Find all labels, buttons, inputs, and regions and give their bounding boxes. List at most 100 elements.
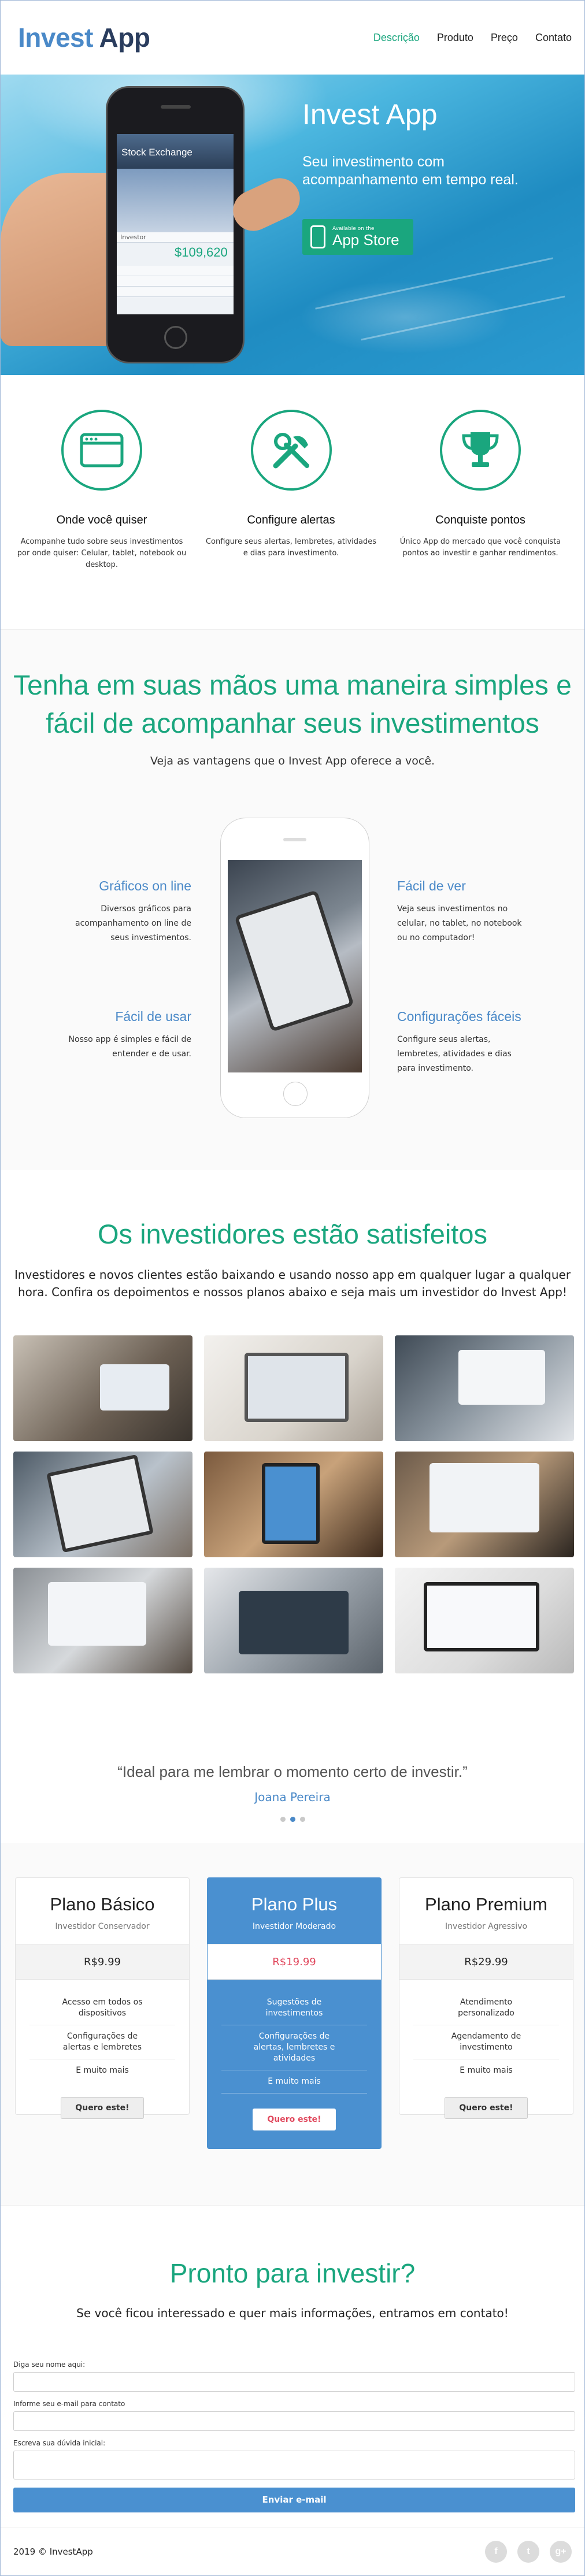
plan-feature: E muito mais xyxy=(76,2066,129,2075)
trophy-icon xyxy=(440,410,521,491)
plan-price: R$29.99 xyxy=(399,1944,573,1980)
features-section: Onde você quiser Acompanhe tudo sobre se… xyxy=(1,375,584,629)
plan-feature: Sugestões de investimentos xyxy=(221,1991,367,2025)
phone-app-row xyxy=(117,266,234,276)
advantage-text: Configure seus alertas, lembretes, ativi… xyxy=(397,1035,512,1073)
plan-description: Investidor Moderado xyxy=(252,1922,336,1931)
app-store-button[interactable]: Available on the App Store xyxy=(302,219,413,255)
email-field[interactable] xyxy=(13,2411,575,2431)
tablet-screen xyxy=(245,1353,349,1422)
advantage-item: Configurações fáceis Configure seus aler… xyxy=(397,1009,527,1076)
contact-form: Diga seu nome aqui: Informe seu e-mail p… xyxy=(1,2360,584,2512)
nav-link-descricao[interactable]: Descrição xyxy=(373,32,420,44)
email-label: Informe seu e-mail para contato xyxy=(13,2400,125,2408)
contact-title: Pronto para investir? xyxy=(169,2258,416,2288)
laptop-desk-photo xyxy=(395,1335,574,1441)
phone-screen: Stock Exchange Investor $109,620 xyxy=(117,134,234,314)
phone-app-row xyxy=(117,276,234,287)
testimonial-author: Joana Pereira xyxy=(254,1790,331,1804)
choose-plan-button[interactable]: Quero este! xyxy=(253,2109,336,2130)
name-label: Diga seu nome aqui: xyxy=(13,2360,86,2369)
phone-app-title: Stock Exchange xyxy=(117,134,234,169)
investors-section: Os investidores estão satisfeitos Invest… xyxy=(1,1170,584,1822)
choose-plan-button[interactable]: Quero este! xyxy=(445,2097,528,2119)
laptop-screen xyxy=(239,1591,349,1654)
hero-title: Invest App xyxy=(302,98,438,131)
nav-link-produto[interactable]: Produto xyxy=(437,32,473,44)
advantage-text: Nosso app é simples e fácil de entender … xyxy=(68,1035,191,1059)
facebook-icon[interactable]: f xyxy=(485,2540,507,2563)
carousel-dot[interactable] xyxy=(280,1817,286,1822)
laptop-analytics-photo xyxy=(204,1568,383,1673)
tablet-chart-photo xyxy=(204,1335,383,1441)
browser-window-icon xyxy=(61,410,142,491)
plan-feature: Acesso em todos os dispositivos xyxy=(29,1991,175,2025)
tablet-hands-photo xyxy=(13,1452,192,1557)
advantage-title: Fácil de ver xyxy=(397,878,466,893)
carousel-dots xyxy=(1,1817,584,1822)
pricing-section: Plano Básico Investidor Conservador R$9.… xyxy=(1,1843,584,2205)
feature-title: Onde você quiser xyxy=(56,514,147,526)
phone-app-label: Investor xyxy=(117,232,234,243)
google-plus-icon[interactable]: g+ xyxy=(550,2540,572,2563)
light-streak xyxy=(361,295,565,341)
advantages-title: Tenha em suas mãos uma maneira simples e… xyxy=(13,670,572,739)
laptop-screen xyxy=(430,1463,539,1532)
phone-icon xyxy=(310,225,325,248)
carousel-dot-active[interactable] xyxy=(290,1817,295,1822)
plan-feature: Configurações de alertas e lembretes xyxy=(29,2025,175,2059)
nav-menu: Descrição Produto Preço Contato xyxy=(373,32,572,44)
footer: 2019 © InvestApp f t g+ xyxy=(1,2527,584,2575)
question-textarea[interactable] xyxy=(13,2451,575,2480)
plan-description: Investidor Conservador xyxy=(55,1922,150,1931)
social-links: f t g+ xyxy=(485,2540,572,2563)
contact-section: Pronto para investir? Se você ficou inte… xyxy=(1,2219,584,2512)
testimonial: “Ideal para me lembrar o momento certo d… xyxy=(1,1763,584,1822)
phone-app-chart xyxy=(117,169,234,232)
laptop-graph-photo xyxy=(395,1452,574,1557)
name-field[interactable] xyxy=(13,2372,575,2392)
feature-text: Configure seus alertas, lembretes, ativi… xyxy=(205,537,376,558)
phone-app-row xyxy=(117,287,234,297)
plan-feature: Configurações de alertas, lembretes e at… xyxy=(221,2025,367,2070)
light-streak xyxy=(315,257,553,310)
plan-price: R$9.99 xyxy=(16,1944,189,1980)
feature-card: Conquiste pontos Único App do mercado qu… xyxy=(394,410,567,629)
send-email-button[interactable]: Enviar e-mail xyxy=(13,2488,575,2512)
brand-part1: Invest xyxy=(18,23,93,53)
advantage-text: Veja seus investimentos no celular, no t… xyxy=(397,904,522,942)
tablet-device xyxy=(234,889,354,1033)
plan-card: Plano Premium Investidor Agressivo R$29.… xyxy=(399,1877,573,2119)
plan-price: R$19.99 xyxy=(208,1944,381,1980)
hero-subtitle: Seu investimento com acompanhamento em t… xyxy=(302,154,519,188)
feature-text: Único App do mercado que você conquista … xyxy=(399,537,561,558)
advantages-lead: Veja as vantagens que o Invest App ofere… xyxy=(150,755,435,767)
investors-title: Os investidores estão satisfeitos xyxy=(98,1219,487,1249)
phone-speaker xyxy=(161,105,191,109)
advantage-title: Fácil de usar xyxy=(115,1009,191,1024)
advantages-section: Tenha em suas mãos uma maneira simples e… xyxy=(1,630,584,1170)
tablet-hands-photo xyxy=(228,860,362,1072)
advantage-text: Diversos gráficos para acompanhamento on… xyxy=(75,904,191,942)
carousel-dot[interactable] xyxy=(299,1817,305,1822)
question-label: Escreva sua dúvida inicial: xyxy=(13,2439,106,2447)
twitter-icon[interactable]: t xyxy=(517,2540,539,2563)
nav-link-contato[interactable]: Contato xyxy=(535,32,572,44)
choose-plan-button[interactable]: Quero este! xyxy=(61,2097,144,2119)
advantage-item: Fácil de ver Veja seus investimentos no … xyxy=(397,878,527,945)
app-store-big: App Store xyxy=(332,231,399,248)
tools-icon xyxy=(250,410,332,491)
brand-logo[interactable]: Invest App xyxy=(18,22,150,53)
laptop-screen xyxy=(458,1350,545,1405)
plan-card: Plano Básico Investidor Conservador R$9.… xyxy=(15,1877,190,2119)
nav-link-preco[interactable]: Preço xyxy=(491,32,518,44)
laptop-screen xyxy=(100,1364,169,1411)
contact-lead: Se você ficou interessado e quer mais in… xyxy=(76,2306,509,2320)
investors-lead: Investidores e novos clientes estão baix… xyxy=(14,1268,571,1299)
feature-text: Acompanhe tudo sobre seus investimentos … xyxy=(17,537,187,569)
phone-home-button xyxy=(164,326,187,349)
laptop-screen xyxy=(48,1582,146,1646)
testimonial-quote: “Ideal para me lembrar o momento certo d… xyxy=(117,1763,468,1780)
desktop-monitor-photo xyxy=(395,1568,574,1673)
photo-gallery xyxy=(13,1335,584,1673)
